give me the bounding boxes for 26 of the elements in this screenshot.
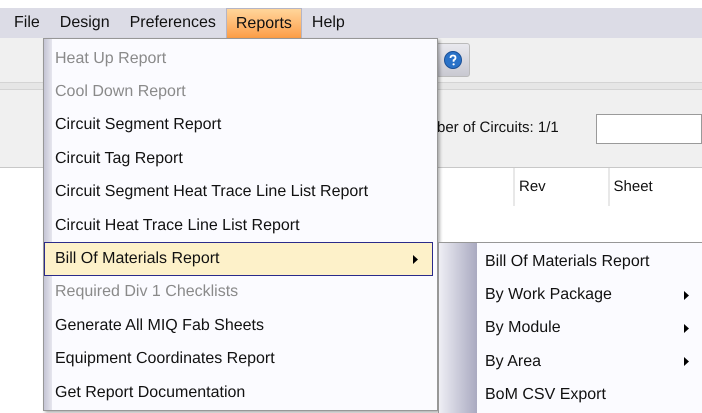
menu-bar-item[interactable]: Preferences <box>120 8 226 38</box>
menu-item[interactable]: Circuit Tag Report <box>44 142 433 176</box>
submenu-arrow-icon <box>413 254 418 264</box>
menu-item[interactable]: By Work Package <box>477 278 702 312</box>
help-button[interactable] <box>436 43 470 77</box>
menu-bar-item[interactable]: Design <box>50 8 120 38</box>
menu-item[interactable]: BoM CSV Export <box>477 378 702 412</box>
menu-item[interactable]: Circuit Segment Heat Trace Line List Report <box>44 176 433 209</box>
submenu-arrow-icon <box>684 324 689 333</box>
circuit-count-label: ber of Circuits: 1/1 <box>437 118 559 138</box>
submenu-arrow-icon <box>684 357 689 366</box>
menu-bar-item[interactable]: File <box>4 8 50 38</box>
menu-item[interactable]: Equipment Coordinates Report <box>44 342 433 376</box>
menu-item[interactable]: By Area <box>477 345 702 379</box>
menu-item[interactable]: Generate All MIQ Fab Sheets <box>44 309 433 343</box>
menu-item[interactable]: Bill Of Materials Report <box>44 242 433 276</box>
menu-bar-item[interactable]: Reports <box>226 8 302 38</box>
menu-bar-item[interactable]: Help <box>302 8 355 38</box>
menu-item[interactable]: Circuit Heat Trace Line List Report <box>44 208 433 242</box>
filter-field[interactable] <box>596 114 702 144</box>
menu-item[interactable]: By Module <box>477 312 702 346</box>
help-icon <box>444 51 462 69</box>
menu-item[interactable]: Get Report Documentation <box>44 376 433 410</box>
submenu-arrow-icon <box>684 290 689 300</box>
menu-item[interactable]: Circuit Segment Report <box>44 108 433 142</box>
menu-item[interactable]: Bill Of Materials Report <box>477 245 702 278</box>
